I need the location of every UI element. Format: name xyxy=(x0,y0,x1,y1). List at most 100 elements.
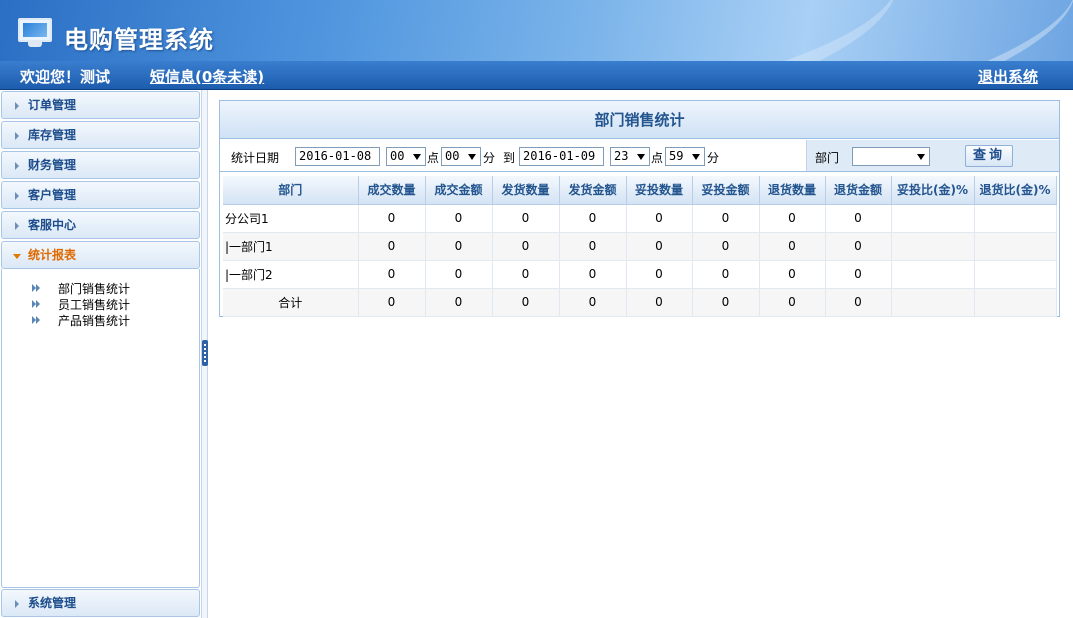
start-hour-select[interactable]: 00 xyxy=(386,147,426,166)
value-cell: 0 xyxy=(626,204,693,233)
triangle-right-icon xyxy=(15,102,19,110)
sidebar-item-system[interactable]: 系统管理 xyxy=(1,589,200,617)
value-cell: 0 xyxy=(492,204,560,233)
column-header: 成交金额 xyxy=(425,176,493,205)
sidebar-item-service[interactable]: 客服中心 xyxy=(1,211,200,239)
triangle-right-icon xyxy=(15,162,19,170)
value-cell: 0 xyxy=(559,232,627,261)
triangle-right-icon xyxy=(15,222,19,230)
value-cell: 0 xyxy=(425,232,493,261)
column-header: 成交数量 xyxy=(358,176,426,205)
value-cell: 0 xyxy=(825,232,892,261)
value-cell: 0 xyxy=(759,204,826,233)
dept-cell: |一部门2 xyxy=(223,260,359,289)
start-hour-value: 00 xyxy=(390,149,405,163)
value-cell: 0 xyxy=(825,204,892,233)
value-cell: 0 xyxy=(692,204,760,233)
sidebar-item-label: 财务管理 xyxy=(28,158,77,172)
query-button[interactable]: 查询 xyxy=(965,145,1013,167)
collapse-handle[interactable] xyxy=(202,340,208,366)
column-header: 部门 xyxy=(223,176,359,205)
column-header: 退货金额 xyxy=(825,176,892,205)
sidebar-item-inventory[interactable]: 库存管理 xyxy=(1,121,200,149)
value-cell: 0 xyxy=(425,260,493,289)
value-cell xyxy=(974,204,1057,233)
value-cell: 0 xyxy=(626,232,693,261)
value-cell: 0 xyxy=(492,232,560,261)
table-header-row: 部门 成交数量 成交金额 发货数量 发货金额 妥投数量 妥投金额 退货数量 退货… xyxy=(223,176,1057,205)
value-cell: 0 xyxy=(626,260,693,289)
start-minute-select[interactable]: 00 xyxy=(441,147,481,166)
value-cell: 0 xyxy=(626,288,693,317)
sidebar-item-orders[interactable]: 订单管理 xyxy=(1,91,200,119)
value-cell: 0 xyxy=(358,288,426,317)
column-header: 妥投比(金)% xyxy=(891,176,975,205)
start-date-input[interactable]: 2016-01-08 xyxy=(295,147,380,166)
app-header: 电购管理系统 xyxy=(0,0,1073,61)
value-cell: 0 xyxy=(692,260,760,289)
reports-submenu: 部门销售统计 员工销售统计 产品销售统计 xyxy=(1,269,200,588)
value-cell: 0 xyxy=(825,260,892,289)
dept-cell: 分公司1 xyxy=(223,204,359,233)
submenu-item-product-sales[interactable]: 产品销售统计 xyxy=(58,312,130,329)
logout-link[interactable]: 退出系统 xyxy=(978,66,1038,87)
value-cell: 0 xyxy=(759,232,826,261)
dept-select[interactable] xyxy=(852,147,930,166)
sidebar-item-finance[interactable]: 财务管理 xyxy=(1,151,200,179)
triangle-right-icon xyxy=(15,600,19,608)
welcome-text: 欢迎您！测试 xyxy=(20,68,111,86)
to-label: 到 xyxy=(503,151,516,165)
value-cell xyxy=(974,232,1057,261)
chevron-down-icon xyxy=(692,154,700,160)
minute-unit: 分 xyxy=(483,151,496,165)
end-hour-select[interactable]: 23 xyxy=(610,147,650,166)
value-cell: 0 xyxy=(425,204,493,233)
column-header: 妥投金额 xyxy=(692,176,760,205)
double-arrow-icon xyxy=(32,284,42,292)
column-header: 发货数量 xyxy=(492,176,560,205)
value-cell xyxy=(891,288,975,317)
value-cell: 0 xyxy=(559,204,627,233)
sidebar-item-label: 客户管理 xyxy=(28,188,77,202)
messages-link[interactable]: 短信息(0条未读) xyxy=(150,66,264,87)
triangle-right-icon xyxy=(15,192,19,200)
hour-unit: 点 xyxy=(427,151,440,165)
triangle-right-icon xyxy=(15,132,19,140)
app-title: 电购管理系统 xyxy=(64,26,214,54)
dept-cell: |一部门1 xyxy=(223,232,359,261)
end-date-input[interactable]: 2016-01-09 xyxy=(519,147,604,166)
sidebar-item-label: 系统管理 xyxy=(28,596,77,610)
submenu-item-dept-sales[interactable]: 部门销售统计 xyxy=(58,280,130,297)
sidebar-item-customers[interactable]: 客户管理 xyxy=(1,181,200,209)
sidebar-item-reports[interactable]: 统计报表 xyxy=(1,241,200,269)
value-cell xyxy=(974,288,1057,317)
end-minute-value: 59 xyxy=(669,149,684,163)
minute-unit: 分 xyxy=(707,151,720,165)
dept-cell: 合计 xyxy=(223,288,359,317)
chevron-down-icon xyxy=(413,154,421,160)
monitor-icon xyxy=(18,18,52,48)
value-cell xyxy=(891,232,975,261)
end-minute-select[interactable]: 59 xyxy=(665,147,705,166)
column-header: 退货数量 xyxy=(759,176,826,205)
sidebar-item-label: 订单管理 xyxy=(28,98,77,112)
sidebar: 订单管理 库存管理 财务管理 客户管理 客服中心 统计报表 部门销售统计 员工销… xyxy=(0,90,201,618)
value-cell: 0 xyxy=(825,288,892,317)
value-cell: 0 xyxy=(759,260,826,289)
sidebar-item-label: 库存管理 xyxy=(28,128,77,142)
value-cell: 0 xyxy=(358,260,426,289)
sidebar-splitter[interactable] xyxy=(201,90,208,618)
value-cell xyxy=(891,260,975,289)
table-row: 分公司1 0 0 0 0 0 0 0 0 xyxy=(223,204,1057,233)
value-cell: 0 xyxy=(559,260,627,289)
table-row: |一部门1 0 0 0 0 0 0 0 0 xyxy=(223,232,1057,261)
sidebar-item-label: 统计报表 xyxy=(28,248,77,262)
column-header: 发货金额 xyxy=(559,176,627,205)
double-arrow-icon xyxy=(32,300,42,308)
value-cell: 0 xyxy=(358,204,426,233)
start-minute-value: 00 xyxy=(445,149,460,163)
submenu-item-staff-sales[interactable]: 员工销售统计 xyxy=(58,296,130,313)
value-cell: 0 xyxy=(358,232,426,261)
value-cell: 0 xyxy=(492,288,560,317)
double-arrow-icon xyxy=(32,316,42,324)
